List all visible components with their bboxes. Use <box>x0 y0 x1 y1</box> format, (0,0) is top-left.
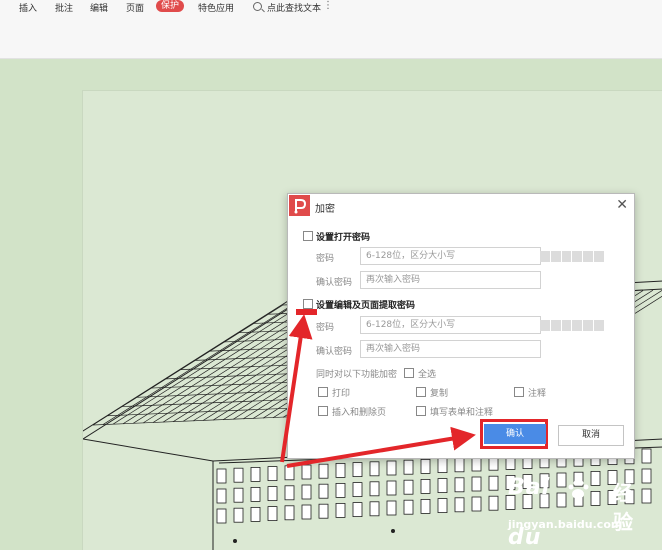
watermark-url: jingyan.baidu.com <box>508 518 623 531</box>
arrow-to-checkbox <box>280 314 313 463</box>
paw-icon <box>568 480 589 499</box>
arrow-to-confirm <box>286 426 476 468</box>
annotation-arrows <box>280 314 476 468</box>
watermark-brand: Baidu <box>508 475 551 550</box>
